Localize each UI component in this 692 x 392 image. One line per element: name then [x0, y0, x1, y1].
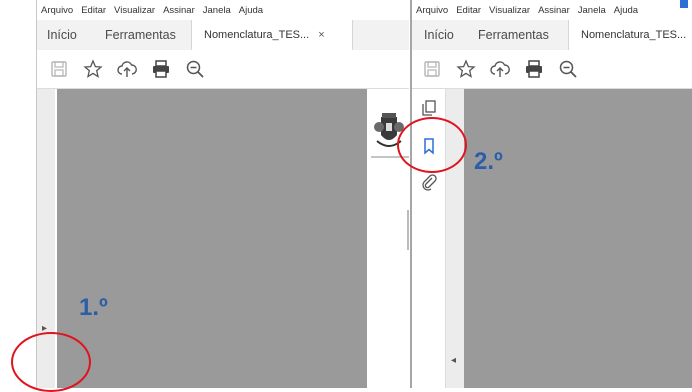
menu-visualizar[interactable]: Visualizar — [489, 5, 530, 16]
menu-bar: Arquivo Editar Visualizar Assinar Janela… — [412, 0, 692, 21]
step-label-1: 1.º — [79, 294, 108, 321]
print-icon[interactable] — [524, 59, 544, 79]
page-thumbnails-icon[interactable] — [420, 99, 438, 117]
tab-bar: Início Ferramentas Nomenclatura_TES... — [412, 20, 692, 51]
step-label-2: 2.º — [474, 148, 503, 175]
menu-janela[interactable]: Janela — [578, 5, 606, 16]
toolbar — [412, 50, 692, 89]
cloud-upload-icon[interactable] — [117, 59, 137, 79]
tab-document-title: Nomenclatura_TES... — [204, 29, 310, 41]
tab-bar: Início Ferramentas Nomenclatura_TES... × — [37, 20, 409, 51]
menu-bar: Arquivo Editar Visualizar Assinar Janela… — [37, 0, 409, 21]
menu-ajuda[interactable]: Ajuda — [239, 5, 263, 16]
menu-editar[interactable]: Editar — [456, 5, 481, 16]
annotation-circle-bookmark — [397, 117, 467, 173]
collapse-panel-icon[interactable]: ◂ — [451, 355, 456, 366]
tab-document[interactable]: Nomenclatura_TES... × — [191, 20, 353, 51]
menu-ajuda[interactable]: Ajuda — [614, 5, 638, 16]
tab-close-button[interactable]: × — [318, 29, 324, 41]
menu-assinar[interactable]: Assinar — [163, 5, 195, 16]
save-icon[interactable] — [422, 59, 442, 79]
zoom-out-icon[interactable] — [185, 59, 205, 79]
window-corner-marker — [680, 0, 688, 8]
menu-assinar[interactable]: Assinar — [538, 5, 570, 16]
print-icon[interactable] — [151, 59, 171, 79]
cloud-upload-icon[interactable] — [490, 59, 510, 79]
left-acrobat-window: Arquivo Editar Visualizar Assinar Janela… — [36, 0, 409, 388]
scroll-indicator — [407, 210, 409, 250]
menu-arquivo[interactable]: Arquivo — [416, 5, 448, 16]
menu-editar[interactable]: Editar — [81, 5, 106, 16]
zoom-out-icon[interactable] — [558, 59, 578, 79]
star-icon[interactable] — [456, 59, 476, 79]
tab-ferramentas[interactable]: Ferramentas — [105, 20, 176, 50]
tab-ferramentas[interactable]: Ferramentas — [478, 20, 549, 50]
menu-visualizar[interactable]: Visualizar — [114, 5, 155, 16]
save-icon[interactable] — [49, 59, 69, 79]
menu-arquivo[interactable]: Arquivo — [41, 5, 73, 16]
tab-document-title: Nomenclatura_TES... — [581, 29, 687, 41]
document-background — [464, 89, 692, 388]
toolbar — [37, 50, 409, 89]
tab-document[interactable]: Nomenclatura_TES... — [568, 20, 692, 51]
annotation-circle-nav-pane — [11, 332, 91, 392]
attachment-icon[interactable] — [420, 173, 438, 191]
document-background — [57, 89, 367, 388]
star-icon[interactable] — [83, 59, 103, 79]
right-acrobat-window: Arquivo Editar Visualizar Assinar Janela… — [410, 0, 692, 388]
menu-janela[interactable]: Janela — [203, 5, 231, 16]
tab-inicio[interactable]: Início — [47, 20, 77, 50]
tab-inicio[interactable]: Início — [424, 20, 454, 50]
